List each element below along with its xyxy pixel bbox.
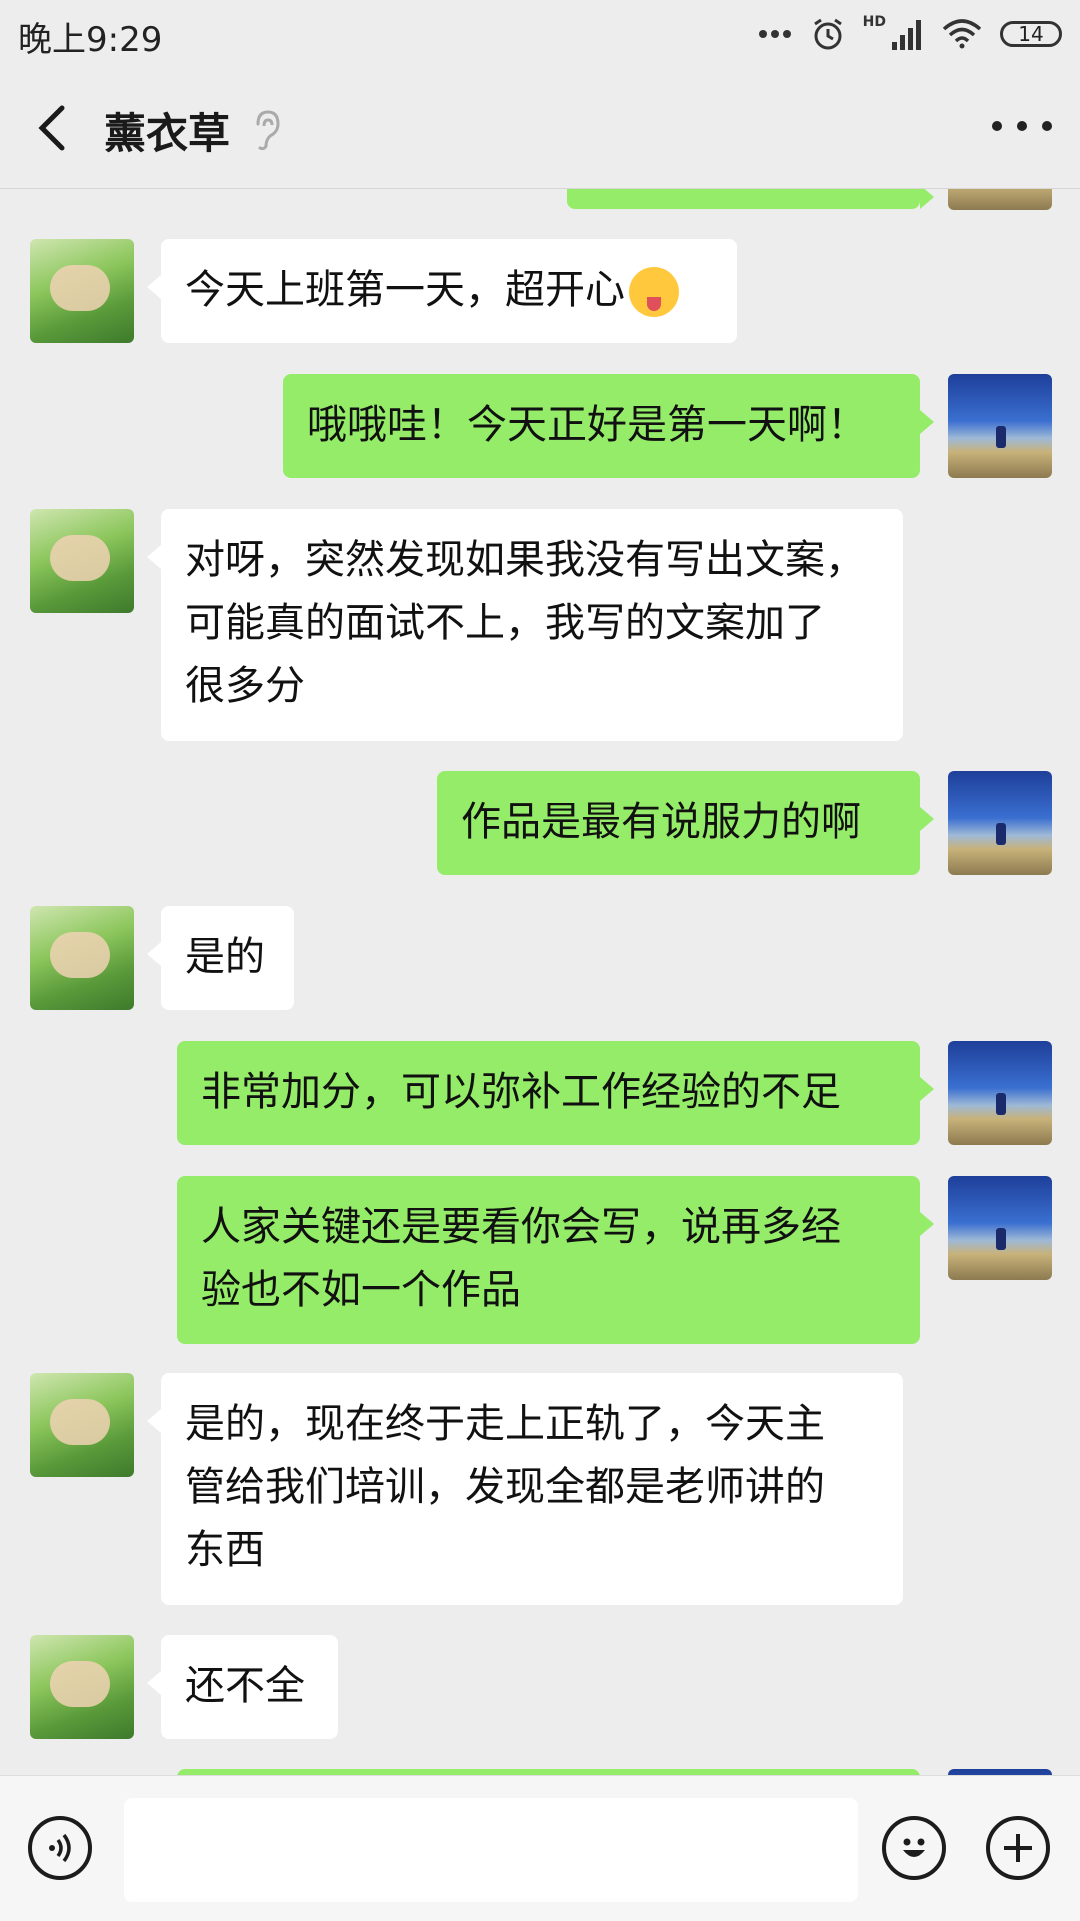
message-line: 可能真的面试不上，我写的文案加了 <box>185 600 825 646</box>
wifi-icon <box>942 19 982 49</box>
emoji-icon[interactable] <box>882 1816 946 1880</box>
smile-face-icon <box>903 1838 925 1857</box>
message-input[interactable] <box>124 1798 858 1902</box>
message-bubble[interactable]: 作品是最有说服力的啊 <box>437 771 934 875</box>
message-line: 对呀，突然发现如果我没有写出文案， <box>185 537 865 583</box>
message-bubble[interactable]: 是的，现在终于走上正轨了，今天主 管给我们培训，发现全都是老师讲的 东西 <box>147 1373 903 1605</box>
status-time: 晚上9:29 <box>18 20 163 60</box>
message-text: 作品是最有说服力的啊 <box>461 799 861 845</box>
status-icons: HD 14 <box>757 14 1062 54</box>
message-line: 验也不如一个作品 <box>201 1267 521 1313</box>
voice-icon[interactable] <box>28 1816 92 1880</box>
avatar-contact[interactable] <box>30 1635 134 1739</box>
message-bubble[interactable]: 哦哦哇！今天正好是第一天啊！ <box>283 374 934 478</box>
message-text: 是的 <box>185 934 265 980</box>
message-bubble-partial[interactable] <box>567 189 934 209</box>
message-text: 今天上班第一天，超开心 <box>185 267 625 313</box>
message-text: 哦哦哇！今天正好是第一天啊！ <box>307 402 867 448</box>
message-bubble[interactable]: 还不全 <box>147 1635 338 1739</box>
message-text: 非常加分，可以弥补工作经验的不足 <box>201 1069 841 1115</box>
voice-wave-icon <box>49 1833 71 1863</box>
message-text: 还不全 <box>185 1663 305 1709</box>
more-dots-icon <box>758 30 791 38</box>
message-bubble[interactable]: 人家关键还是要看你会写，说再多经 验也不如一个作品 <box>177 1176 934 1344</box>
message-line: 是的，现在终于走上正轨了，今天主 <box>185 1401 825 1447</box>
avatar-contact[interactable] <box>30 509 134 613</box>
signal-icon <box>892 20 921 50</box>
chat-title: 薰衣草 <box>104 109 231 158</box>
message-bubble[interactable]: 今天上班第一天，超开心 <box>147 239 737 343</box>
squinting-tongue-emoji-icon <box>629 267 679 317</box>
chevron-left-icon[interactable] <box>28 98 76 158</box>
message-list[interactable]: 今天上班第一天，超开心 哦哦哇！今天正好是第一天啊！ 对呀，突然发现如果我没有写… <box>0 189 1080 1775</box>
network-type-label: HD <box>862 14 886 30</box>
avatar-self[interactable] <box>948 1041 1052 1145</box>
chat-header: 薰衣草 <box>0 68 1080 189</box>
message-bubble[interactable]: 非常加分，可以弥补工作经验的不足 <box>177 1041 934 1145</box>
avatar-self[interactable] <box>948 189 1052 210</box>
battery-level: 14 <box>1018 22 1044 46</box>
avatar-contact[interactable] <box>30 1373 134 1477</box>
battery-icon: 14 <box>1000 21 1062 47</box>
avatar-self[interactable] <box>948 374 1052 478</box>
avatar-self[interactable] <box>948 771 1052 875</box>
avatar-contact[interactable] <box>30 239 134 343</box>
ear-icon <box>256 110 280 151</box>
message-line: 人家关键还是要看你会写，说再多经 <box>201 1204 841 1250</box>
message-bubble[interactable]: 是的 <box>147 906 294 1010</box>
message-bubble[interactable]: 对呀，突然发现如果我没有写出文案， 可能真的面试不上，我写的文案加了 很多分 <box>147 509 903 741</box>
more-icon[interactable] <box>992 106 1052 146</box>
input-bar <box>0 1775 1080 1921</box>
alarm-icon <box>813 18 842 50</box>
status-bar: 晚上9:29 HD 14 <box>0 0 1080 68</box>
message-line: 很多分 <box>185 663 305 709</box>
avatar-self[interactable] <box>948 1176 1052 1280</box>
message-line: 管给我们培训，发现全都是老师讲的 <box>185 1464 825 1510</box>
plus-symbol-icon <box>1004 1834 1032 1862</box>
plus-icon[interactable] <box>986 1816 1050 1880</box>
message-line: 东西 <box>185 1527 265 1573</box>
avatar-contact[interactable] <box>30 906 134 1010</box>
